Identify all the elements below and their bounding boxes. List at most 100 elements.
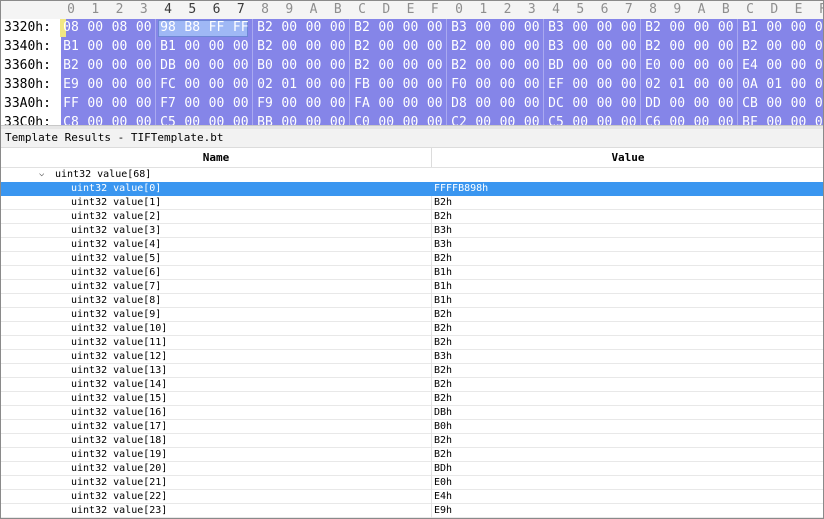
- tree-row[interactable]: uint32 value[2] B2h: [1, 210, 823, 224]
- hex-byte[interactable]: 00: [764, 20, 784, 35]
- hex-byte[interactable]: FF: [207, 20, 227, 35]
- tree-row[interactable]: uint32 value[21] E0h: [1, 476, 823, 490]
- hex-byte[interactable]: 00: [813, 20, 823, 35]
- hex-byte[interactable]: B2: [643, 20, 663, 35]
- hex-byte[interactable]: E9: [61, 77, 81, 92]
- tree-row[interactable]: uint32 value[1] B2h: [1, 196, 823, 210]
- hex-byte[interactable]: 00: [134, 115, 154, 125]
- hex-byte[interactable]: 00: [473, 115, 493, 125]
- hex-byte[interactable]: 00: [425, 96, 445, 111]
- hex-byte[interactable]: 00: [498, 39, 518, 54]
- hex-byte[interactable]: 0A: [740, 77, 760, 92]
- hex-byte[interactable]: 00: [328, 20, 348, 35]
- column-header-value[interactable]: Value: [433, 148, 823, 167]
- hex-byte[interactable]: 00: [401, 115, 421, 125]
- tree-row[interactable]: uint32 value[17] B0h: [1, 420, 823, 434]
- hex-byte[interactable]: 00: [401, 77, 421, 92]
- hex-byte[interactable]: B2: [255, 39, 275, 54]
- column-divider[interactable]: [431, 148, 432, 167]
- hex-byte[interactable]: 00: [328, 39, 348, 54]
- hex-byte[interactable]: 00: [231, 77, 251, 92]
- hex-byte[interactable]: 00: [692, 115, 712, 125]
- hex-byte[interactable]: 00: [692, 96, 712, 111]
- chevron-down-icon[interactable]: ⌵: [39, 168, 44, 181]
- hex-byte[interactable]: 00: [667, 39, 687, 54]
- tree-row[interactable]: uint32 value[6] B1h: [1, 266, 823, 280]
- hex-byte[interactable]: 00: [522, 58, 542, 73]
- hex-byte[interactable]: 00: [304, 39, 324, 54]
- hex-byte[interactable]: 00: [376, 58, 396, 73]
- hex-byte[interactable]: 00: [498, 115, 518, 125]
- hex-byte[interactable]: 00: [813, 115, 823, 125]
- hex-byte[interactable]: 00: [279, 58, 299, 73]
- hex-byte[interactable]: 00: [134, 77, 154, 92]
- hex-byte[interactable]: 00: [570, 39, 590, 54]
- hex-byte[interactable]: 00: [522, 96, 542, 111]
- hex-byte[interactable]: 00: [667, 58, 687, 73]
- hex-byte[interactable]: 00: [85, 39, 105, 54]
- hex-byte[interactable]: 00: [182, 96, 202, 111]
- hex-byte[interactable]: 00: [134, 96, 154, 111]
- hex-byte[interactable]: 01: [279, 77, 299, 92]
- hex-byte[interactable]: 00: [813, 77, 823, 92]
- hex-byte[interactable]: E4: [740, 58, 760, 73]
- hex-byte[interactable]: 00: [789, 58, 809, 73]
- hex-byte[interactable]: FA: [352, 96, 372, 111]
- hex-byte[interactable]: 00: [716, 20, 736, 35]
- hex-byte[interactable]: 00: [570, 20, 590, 35]
- hex-byte[interactable]: 00: [110, 96, 130, 111]
- hex-byte[interactable]: 00: [328, 58, 348, 73]
- hex-byte[interactable]: 00: [425, 58, 445, 73]
- hex-byte[interactable]: B2: [449, 58, 469, 73]
- hex-byte[interactable]: 00: [667, 20, 687, 35]
- hex-byte[interactable]: B8: [182, 20, 202, 35]
- tree-node-value-array[interactable]: ⌵ uint32 value[68]: [1, 168, 823, 182]
- hex-byte[interactable]: 00: [425, 115, 445, 125]
- hex-byte[interactable]: BB: [255, 115, 275, 125]
- hex-byte[interactable]: 00: [207, 77, 227, 92]
- tree-row[interactable]: uint32 value[15] B2h: [1, 392, 823, 406]
- hex-byte[interactable]: 00: [134, 20, 154, 35]
- hex-byte[interactable]: B3: [546, 20, 566, 35]
- hex-byte[interactable]: DD: [643, 96, 663, 111]
- hex-byte[interactable]: D8: [449, 96, 469, 111]
- hex-byte[interactable]: DC: [546, 96, 566, 111]
- hex-byte[interactable]: 00: [376, 96, 396, 111]
- hex-byte[interactable]: F9: [255, 96, 275, 111]
- hex-byte[interactable]: 08: [61, 20, 81, 35]
- hex-byte[interactable]: 00: [473, 58, 493, 73]
- hex-byte[interactable]: 00: [328, 77, 348, 92]
- hex-byte[interactable]: B2: [740, 39, 760, 54]
- hex-byte[interactable]: C5: [546, 115, 566, 125]
- tree-row[interactable]: uint32 value[19] B2h: [1, 448, 823, 462]
- hex-byte[interactable]: 00: [304, 115, 324, 125]
- hex-byte[interactable]: 00: [85, 77, 105, 92]
- hex-byte[interactable]: 00: [595, 115, 615, 125]
- hex-byte[interactable]: 00: [473, 39, 493, 54]
- hex-byte[interactable]: 00: [401, 20, 421, 35]
- hex-byte[interactable]: 00: [595, 20, 615, 35]
- hex-byte[interactable]: B1: [158, 39, 178, 54]
- tree-row[interactable]: uint32 value[3] B3h: [1, 224, 823, 238]
- hex-byte[interactable]: FC: [158, 77, 178, 92]
- hex-byte[interactable]: 00: [619, 58, 639, 73]
- hex-byte[interactable]: 00: [498, 20, 518, 35]
- hex-byte[interactable]: 00: [619, 96, 639, 111]
- hex-byte[interactable]: 00: [619, 39, 639, 54]
- hex-byte[interactable]: 00: [425, 77, 445, 92]
- hex-byte[interactable]: B2: [61, 58, 81, 73]
- hex-byte[interactable]: 00: [716, 58, 736, 73]
- hex-byte[interactable]: 00: [425, 20, 445, 35]
- hex-byte[interactable]: 00: [376, 39, 396, 54]
- hex-byte[interactable]: 00: [110, 39, 130, 54]
- hex-byte[interactable]: 00: [716, 115, 736, 125]
- tree-row[interactable]: uint32 value[12] B3h: [1, 350, 823, 364]
- hex-byte[interactable]: 08: [110, 20, 130, 35]
- hex-byte[interactable]: 00: [813, 58, 823, 73]
- hex-byte[interactable]: 00: [279, 39, 299, 54]
- tree-row[interactable]: uint32 value[14] B2h: [1, 378, 823, 392]
- hex-byte[interactable]: 00: [813, 39, 823, 54]
- hex-byte[interactable]: 98: [158, 20, 178, 35]
- hex-byte[interactable]: 00: [570, 115, 590, 125]
- hex-byte[interactable]: 00: [570, 77, 590, 92]
